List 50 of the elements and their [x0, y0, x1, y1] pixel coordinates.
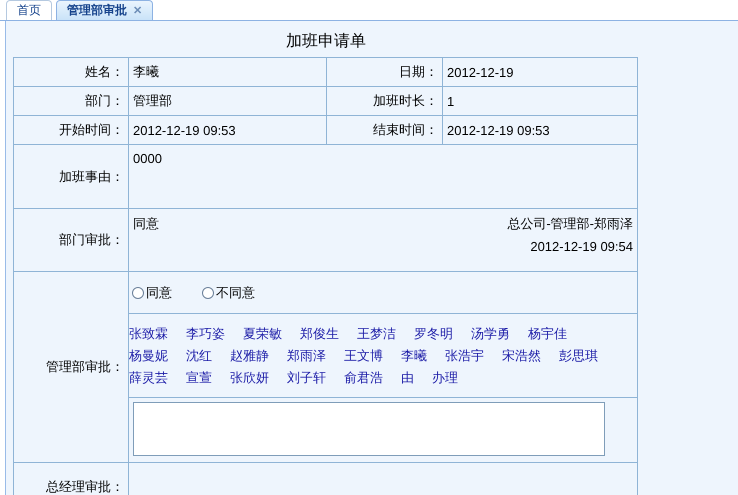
person-link[interactable]: 张欣妍: [230, 367, 269, 389]
person-link[interactable]: 张浩宇: [445, 345, 484, 367]
approval-time: 2012-12-19 09:54: [530, 239, 633, 254]
form-title: 加班申请单: [285, 32, 367, 52]
person-link[interactable]: 张致霖: [129, 323, 168, 345]
field-label: 管理部审批：: [14, 272, 128, 462]
field-label: 开始时间：: [14, 116, 128, 144]
person-link[interactable]: 李巧姿: [186, 323, 225, 345]
person-link[interactable]: 李曦: [401, 345, 427, 367]
person-link[interactable]: 刘子轩: [287, 367, 326, 389]
person-link[interactable]: 办理: [432, 367, 458, 389]
person-link[interactable]: 彭思琪: [559, 345, 598, 367]
radio-option[interactable]: 不同意: [202, 284, 255, 302]
field-label: 日期：: [326, 58, 442, 86]
person-link[interactable]: 王文博: [344, 345, 383, 367]
person-link[interactable]: 宣萱: [186, 367, 212, 389]
field-value: 李曦: [128, 58, 326, 86]
person-link[interactable]: 沈红: [186, 345, 212, 367]
signer-name: 总公司-管理部-郑雨泽: [507, 215, 633, 233]
person-link[interactable]: 罗冬明: [414, 323, 453, 345]
field-label: 结束时间：: [326, 116, 442, 144]
field-value: 2012-12-19 09:53: [128, 116, 326, 144]
person-link[interactable]: 杨宇佳: [528, 323, 567, 345]
field-value: 2012-12-19: [442, 58, 638, 86]
field-value: 管理部: [128, 86, 326, 116]
comment-field[interactable]: [133, 402, 605, 456]
approval-opinion: 同意: [133, 215, 159, 233]
person-link[interactable]: 赵雅静: [230, 345, 269, 367]
field-value: 1: [442, 86, 638, 116]
field-label: 加班事由：: [14, 144, 128, 208]
field-label: 部门：: [14, 86, 128, 116]
person-link[interactable]: 郑雨泽: [287, 345, 326, 367]
person-link[interactable]: 薛灵芸: [129, 367, 168, 389]
person-link[interactable]: 夏荣敏: [243, 323, 282, 345]
person-link[interactable]: 王梦洁: [357, 323, 396, 345]
person-link[interactable]: 杨曼妮: [129, 345, 168, 367]
person-link[interactable]: 由: [401, 367, 414, 389]
tab[interactable]: 首页: [6, 0, 52, 20]
person-link[interactable]: 汤学勇: [471, 323, 510, 345]
tab[interactable]: 管理部审批 ✕: [56, 0, 153, 20]
person-link[interactable]: 宋浩然: [502, 345, 541, 367]
person-link[interactable]: 郑俊生: [300, 323, 339, 345]
field-value: 2012-12-19 09:53: [442, 116, 638, 144]
radio-option[interactable]: 同意: [132, 284, 172, 302]
person-link[interactable]: 俞君浩: [344, 367, 383, 389]
field-label: 加班时长：: [326, 86, 442, 116]
field-label: 部门审批：: [14, 208, 128, 272]
field-label: 姓名：: [14, 58, 128, 86]
field-value: 0000: [128, 144, 638, 208]
field-label: 总经理审批：: [14, 462, 128, 495]
